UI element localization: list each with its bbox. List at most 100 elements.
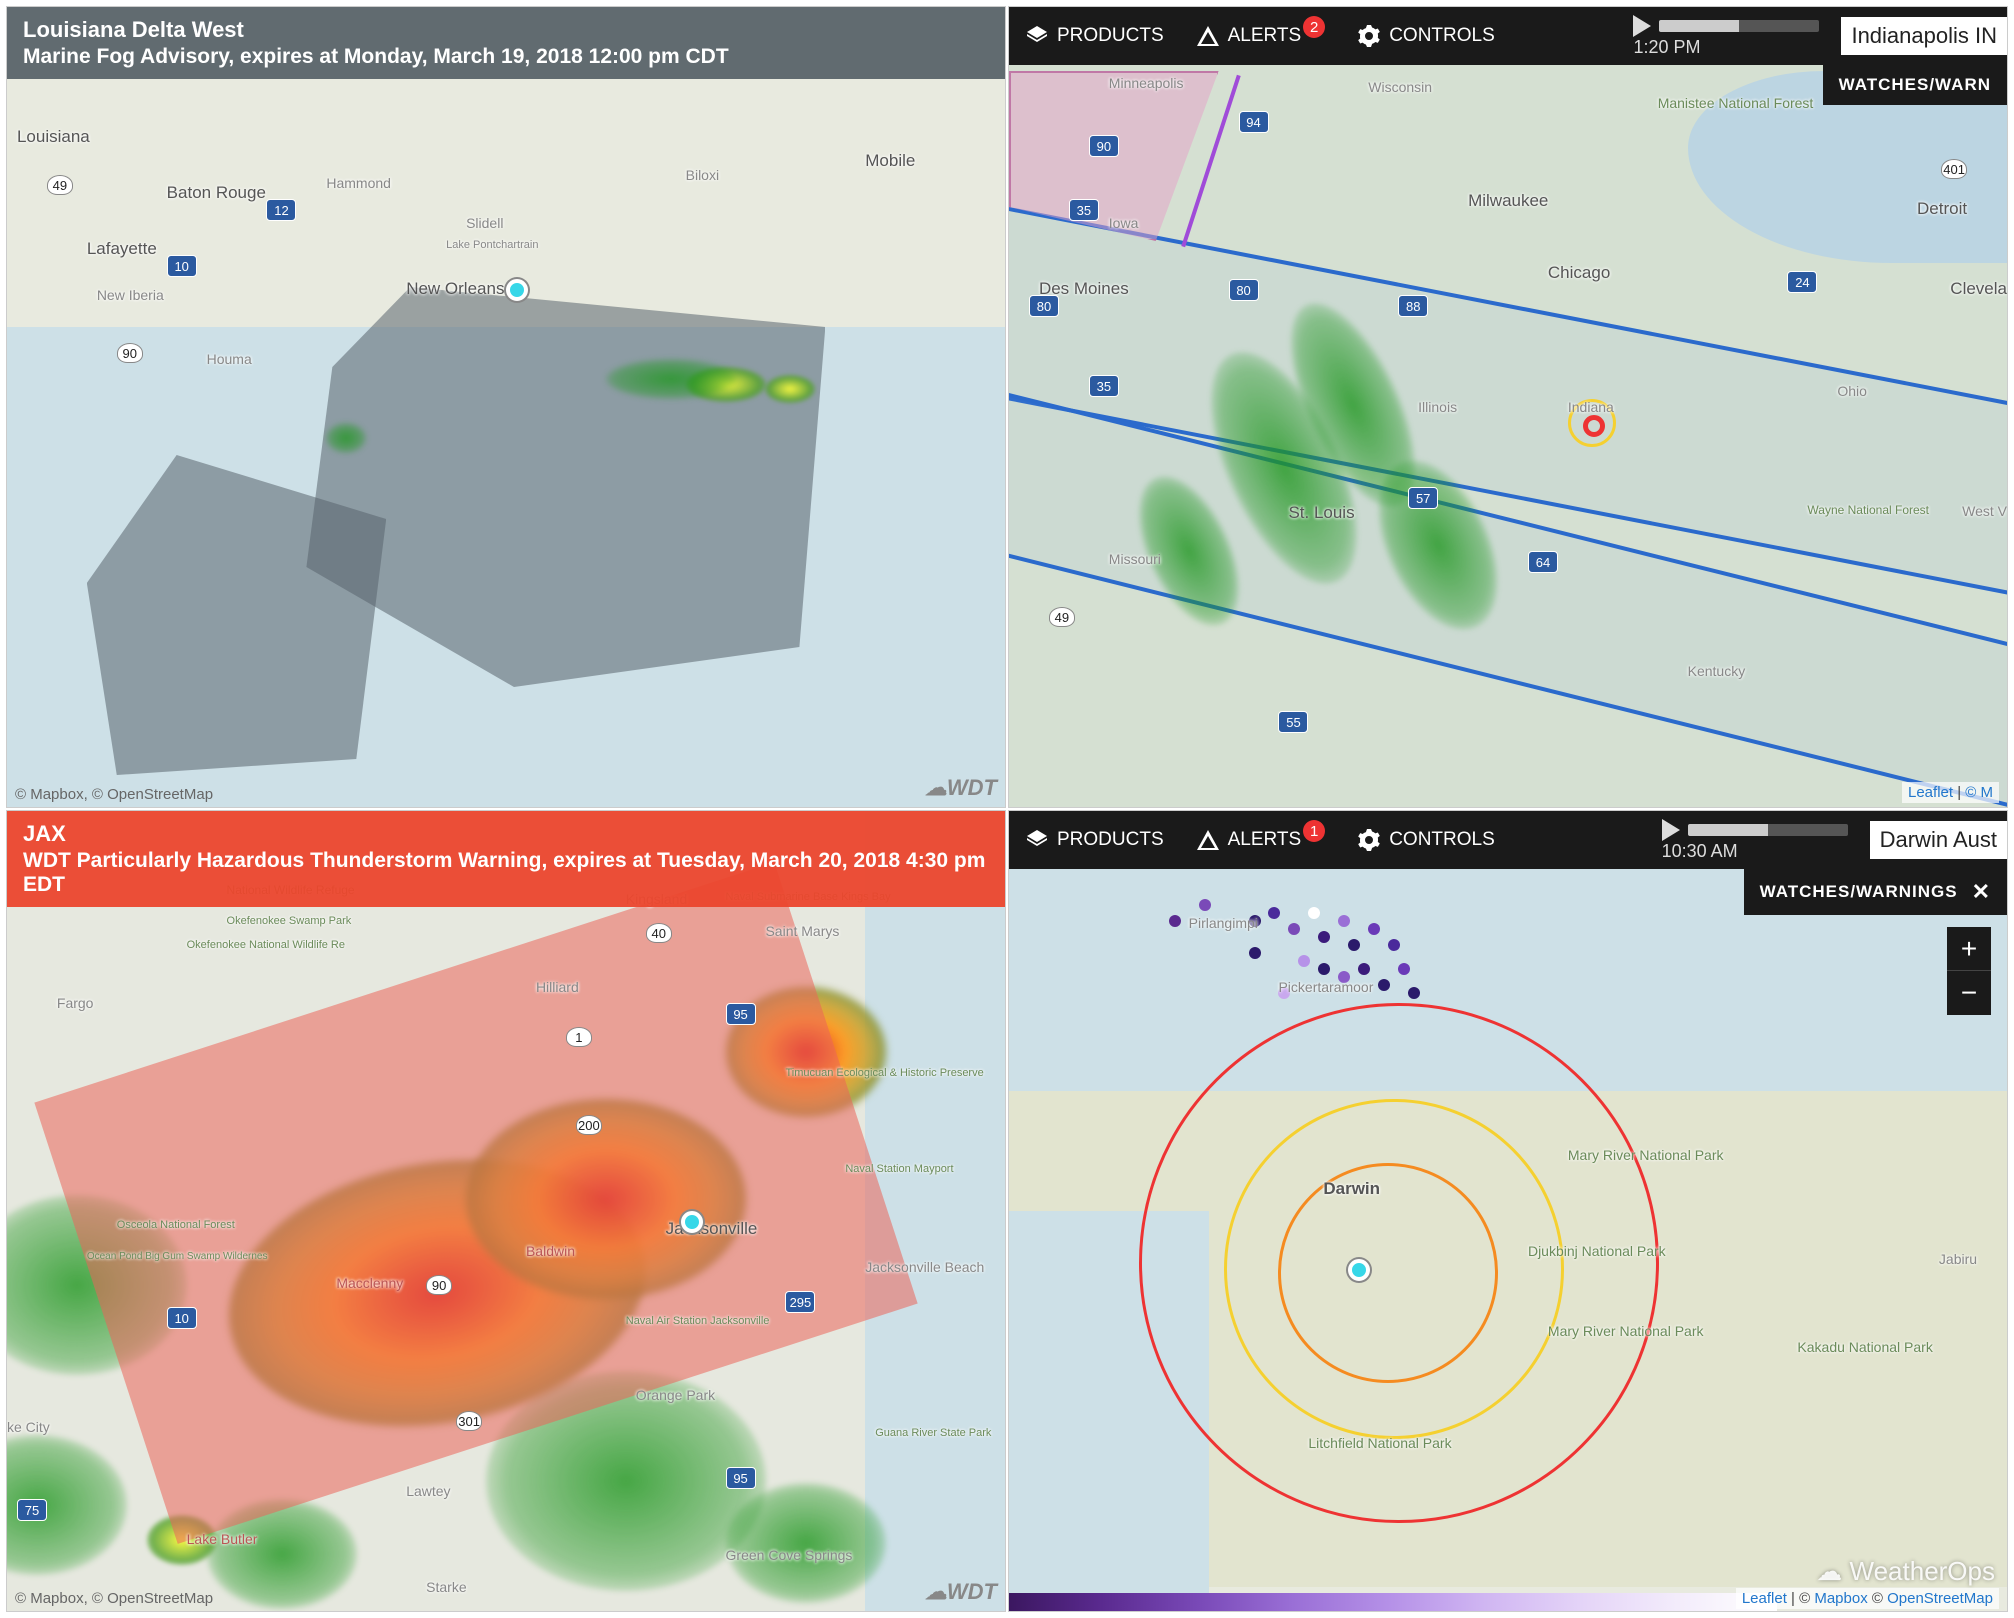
city-label: Green Cove Springs [726,1547,853,1563]
mapbox-link[interactable]: Mapbox [1814,1590,1867,1607]
warning-icon [1196,24,1220,48]
alerts-button[interactable]: ALERTS 2 [1180,7,1342,65]
city-label: New Orleans [406,279,504,299]
alerts-badge: 2 [1303,16,1325,38]
time-label: 1:20 PM [1633,37,1700,58]
warning-icon [1196,828,1220,852]
state-label: Kentucky [1688,663,1746,679]
interstate-shield: 80 [1029,295,1059,317]
park-label: Mary River National Park [1548,1323,1704,1339]
city-label: Pirlangimpi [1189,915,1258,931]
city-label: Slidell [466,215,503,231]
state-label: West V [1962,503,2007,519]
warning-banner: JAX WDT Particularly Hazardous Thunderst… [7,811,1005,907]
city-label: Jacksonville [666,1219,758,1239]
city-label: Lake Butler [187,1531,258,1547]
city-label: ke City [7,1419,50,1435]
label: Naval Station Mayport [845,1163,953,1175]
route-shield: 401 [1941,159,1967,179]
state-label: Missouri [1109,551,1161,567]
interstate-shield: 10 [167,255,197,277]
panel-louisiana: Louisiana Lafayette New Iberia Baton Rou… [6,6,1006,808]
city-label: Fargo [57,995,94,1011]
city-label: Chicago [1548,263,1610,283]
us-shield: 90 [117,343,143,363]
products-label: PRODUCTS [1057,25,1164,47]
city-label: Lawtey [406,1483,450,1499]
radar-echo [726,1483,886,1603]
advisory-banner: Louisiana Delta West Marine Fog Advisory… [7,7,1005,79]
us-shield: 1 [566,1027,592,1047]
lightning-dot [1249,947,1261,959]
location-input[interactable]: Indianapolis IN [1841,17,2007,55]
gear-icon [1357,828,1381,852]
park-label: Okefenokee Swamp Park [227,915,352,927]
state-label: Wisconsin [1368,79,1432,95]
panel-jax: Kingsland Saint Marys Hilliard Fargo Bal… [6,810,1006,1612]
city-label: Saint Marys [765,923,839,939]
controls-button[interactable]: CONTROLS [1341,811,1511,869]
city-label: Baton Rouge [167,183,266,203]
interstate-shield: 64 [1528,551,1558,573]
controls-button[interactable]: CONTROLS [1341,7,1511,65]
city-label: Hammond [326,175,391,191]
leaflet-link[interactable]: Leaflet [1742,1590,1787,1607]
lightning-dot [1169,915,1181,927]
park-label: Djukbinj National Park [1528,1243,1666,1259]
play-icon[interactable] [1662,819,1680,841]
gear-icon [1357,24,1381,48]
lightning-colorscale [1009,1593,1777,1611]
city-label: Milwaukee [1468,191,1548,211]
controls-label: CONTROLS [1389,25,1495,47]
controls-label: CONTROLS [1389,829,1495,851]
interstate-shield: 24 [1787,271,1817,293]
subbar-label: WATCHES/WARNINGS [1760,882,1958,902]
lake-label: Lake Pontchartrain [446,239,538,251]
play-icon[interactable] [1633,15,1651,37]
weatherops-logo: ☁ WeatherOps [1816,1556,1995,1587]
us-shield: 90 [426,1275,452,1295]
alerts-button[interactable]: ALERTS 1 [1180,811,1342,869]
interstate-shield: 55 [1278,711,1308,733]
us-shield: 49 [47,175,73,195]
city-label: Macclenny [336,1275,403,1291]
interstate-shield: 80 [1229,279,1259,301]
layers-icon [1025,24,1049,48]
layers-icon [1025,828,1049,852]
mapbox-link[interactable]: © M [1965,784,1993,801]
banner-subtitle: WDT Particularly Hazardous Thunderstorm … [23,849,989,897]
city-label: Hilliard [536,979,579,995]
osm-link[interactable]: OpenStreetMap [1887,1590,1993,1607]
location-input[interactable]: Darwin Aust [1870,821,2007,859]
zoom-in-button[interactable]: + [1947,927,1991,971]
location-marker[interactable] [506,279,528,301]
interstate-shield: 35 [1089,375,1119,397]
close-icon[interactable]: ✕ [1972,879,1991,905]
city-label: Baldwin [526,1243,575,1259]
interstate-shield: 75 [17,1499,47,1521]
location-marker[interactable] [681,1211,703,1233]
park-label: Okefenokee National Wildlife Re [187,939,345,951]
interstate-shield: 35 [1069,199,1099,221]
map-attribution: Leaflet | © Mapbox © OpenStreetMap [1736,1588,1999,1609]
timeline-slider[interactable] [1688,824,1848,836]
lightning-dot [1199,899,1211,911]
wdt-logo: ☁WDT [925,1579,997,1605]
alerts-badge: 1 [1303,820,1325,842]
state-label: Illinois [1418,399,1457,415]
products-button[interactable]: PRODUCTS [1009,7,1180,65]
timeline-slider[interactable] [1659,20,1819,32]
toolbar: PRODUCTS ALERTS 1 CONTROLS 10:30 AM Darw… [1009,811,2007,869]
watches-warnings-bar: WATCHES/WARNINGS ✕ [1744,869,2007,915]
park-label: Timucuan Ecological & Historic Preserve [785,1067,983,1079]
subbar-label: WATCHES/WARN [1839,75,1991,95]
state-label: Ohio [1837,383,1867,399]
park-label: Litchfield National Park [1308,1435,1451,1451]
us-shield: 301 [456,1411,482,1431]
leaflet-link[interactable]: Leaflet [1908,784,1953,801]
zoom-out-button[interactable]: − [1947,971,1991,1015]
map-attribution: Leaflet | © M [1902,782,1999,803]
products-button[interactable]: PRODUCTS [1009,811,1180,869]
city-label: Lafayette [87,239,157,259]
products-label: PRODUCTS [1057,829,1164,851]
